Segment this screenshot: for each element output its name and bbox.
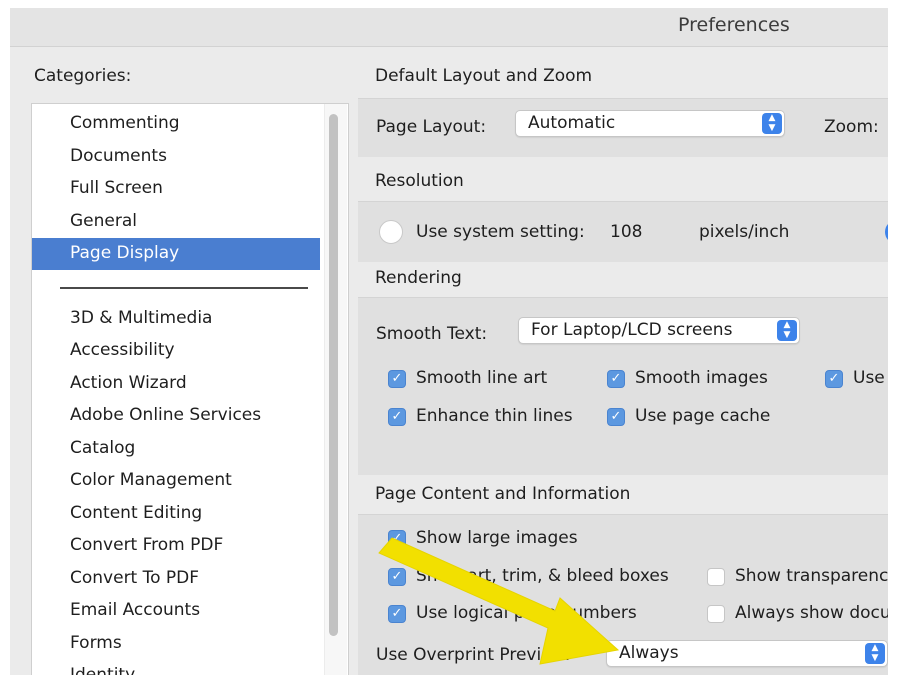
- use-local-fonts-checkbox[interactable]: ✓: [825, 370, 843, 388]
- category-convert-to-pdf[interactable]: Convert To PDF: [32, 563, 320, 595]
- category-content-editing[interactable]: Content Editing: [32, 498, 320, 530]
- resolution-value: 108: [610, 222, 643, 242]
- preferences-window: Preferences Categories: Commenting Docum…: [10, 8, 888, 675]
- category-catalog[interactable]: Catalog: [32, 433, 320, 465]
- category-page-display[interactable]: Page Display: [32, 238, 320, 270]
- title-bar: Preferences: [10, 8, 888, 47]
- layout-zoom-group: Page Layout: Automatic ▲ ▼ Zoom:: [358, 98, 888, 157]
- category-email-accounts[interactable]: Email Accounts: [32, 595, 320, 627]
- show-boxes-label: Show art, trim, & bleed boxes: [416, 566, 669, 586]
- show-boxes-checkbox[interactable]: ✓: [388, 568, 406, 586]
- page-layout-value: Automatic: [528, 113, 616, 133]
- chevron-updown-icon: ▲ ▼: [762, 113, 782, 134]
- smooth-line-art-label: Smooth line art: [416, 368, 548, 388]
- rendering-group: Smooth Text: For Laptop/LCD screens ▲ ▼ ✓…: [358, 297, 888, 475]
- show-large-images-label: Show large images: [416, 528, 578, 548]
- system-setting-radio[interactable]: [379, 220, 403, 244]
- show-transparency-checkbox[interactable]: [707, 568, 725, 586]
- chevron-updown-icon: ▲ ▼: [777, 320, 797, 341]
- category-identity[interactable]: Identity: [32, 660, 320, 675]
- smooth-images-checkbox[interactable]: ✓: [607, 370, 625, 388]
- use-page-cache-checkbox[interactable]: ✓: [607, 408, 625, 426]
- enhance-thin-lines-checkbox[interactable]: ✓: [388, 408, 406, 426]
- category-accessibility[interactable]: Accessibility: [32, 335, 320, 367]
- custom-resolution-radio[interactable]: [885, 220, 888, 244]
- category-full-screen[interactable]: Full Screen: [32, 173, 320, 205]
- logical-page-numbers-label: Use logical page numbers: [416, 603, 637, 623]
- smooth-line-art-checkbox[interactable]: ✓: [388, 370, 406, 388]
- category-forms[interactable]: Forms: [32, 628, 320, 660]
- page-content-heading: Page Content and Information: [375, 484, 631, 504]
- always-show-document-label: Always show docu: [735, 603, 888, 623]
- always-show-document-checkbox[interactable]: [707, 605, 725, 623]
- chevron-updown-icon: ▲ ▼: [865, 643, 885, 664]
- use-local-fonts-label: Use l: [853, 368, 888, 388]
- page-content-group: ✓ Show large images ✓ Show art, trim, & …: [358, 514, 888, 675]
- category-divider: [60, 287, 308, 289]
- resolution-unit: pixels/inch: [699, 222, 790, 242]
- enhance-thin-lines-label: Enhance thin lines: [416, 406, 573, 426]
- show-large-images-checkbox[interactable]: ✓: [388, 530, 406, 548]
- rendering-heading: Rendering: [375, 268, 462, 288]
- zoom-label: Zoom:: [824, 117, 879, 137]
- smooth-text-label: Smooth Text:: [376, 324, 488, 344]
- category-action-wizard[interactable]: Action Wizard: [32, 368, 320, 400]
- overprint-preview-label: Use Overprint Preview:: [376, 645, 571, 665]
- overprint-preview-value: Always: [619, 643, 679, 663]
- category-documents[interactable]: Documents: [32, 141, 320, 173]
- category-commenting[interactable]: Commenting: [32, 108, 320, 140]
- category-color-management[interactable]: Color Management: [32, 465, 320, 497]
- window-title: Preferences: [678, 14, 790, 36]
- category-convert-from-pdf[interactable]: Convert From PDF: [32, 530, 320, 562]
- resolution-group: Use system setting: 108 pixels/inch: [358, 201, 888, 262]
- default-layout-zoom-heading: Default Layout and Zoom: [375, 66, 593, 86]
- smooth-images-label: Smooth images: [635, 368, 768, 388]
- categories-list[interactable]: Commenting Documents Full Screen General…: [31, 103, 349, 675]
- smooth-text-value: For Laptop/LCD screens: [531, 320, 733, 340]
- category-general[interactable]: General: [32, 206, 320, 238]
- scrollbar-thumb[interactable]: [329, 114, 338, 636]
- use-page-cache-label: Use page cache: [635, 406, 771, 426]
- categories-label: Categories:: [34, 66, 132, 86]
- logical-page-numbers-checkbox[interactable]: ✓: [388, 605, 406, 623]
- page-layout-label: Page Layout:: [376, 117, 487, 137]
- category-3d-multimedia[interactable]: 3D & Multimedia: [32, 303, 320, 335]
- resolution-heading: Resolution: [375, 171, 464, 191]
- system-setting-label: Use system setting:: [416, 222, 585, 242]
- smooth-text-select[interactable]: For Laptop/LCD screens ▲ ▼: [518, 317, 800, 344]
- category-adobe-online-services[interactable]: Adobe Online Services: [32, 400, 320, 432]
- show-transparency-label: Show transparenc: [735, 566, 888, 586]
- overprint-preview-select[interactable]: Always ▲ ▼: [606, 640, 888, 667]
- page-layout-select[interactable]: Automatic ▲ ▼: [515, 110, 785, 137]
